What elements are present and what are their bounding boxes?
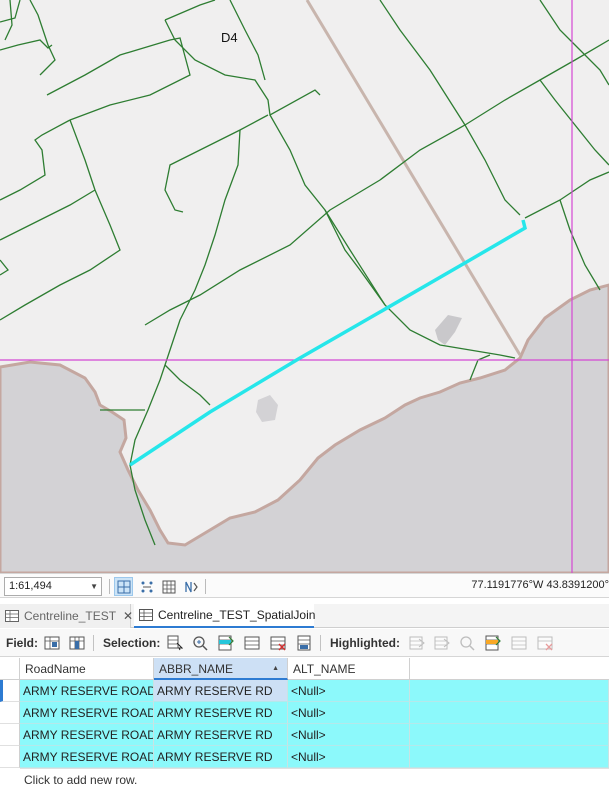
- row-fill: [410, 680, 609, 702]
- map-status-bar: 1:61,494 ▼ 77.1191776°W 43.8391200°: [0, 573, 609, 598]
- table-row[interactable]: ARMY RESERVE ROAD ARMY RESERVE RD <Null>: [0, 724, 609, 746]
- cell-roadname[interactable]: ARMY RESERVE ROAD: [20, 724, 154, 746]
- table-icon[interactable]: [159, 577, 178, 596]
- grid-snap-icon[interactable]: [137, 577, 156, 596]
- row-indicator[interactable]: [0, 746, 20, 768]
- highlight-pan-icon[interactable]: [433, 634, 451, 652]
- column-header-label: ABBR_NAME: [159, 662, 234, 676]
- cell-alt-name[interactable]: <Null>: [288, 724, 410, 746]
- switch-selection-icon[interactable]: [217, 634, 235, 652]
- cell-roadname[interactable]: ARMY RESERVE ROAD: [20, 702, 154, 724]
- row-fill: [410, 746, 609, 768]
- tab-label: Centreline_TEST_SpatialJoin: [158, 608, 316, 622]
- highlight-zoom-icon[interactable]: [408, 634, 426, 652]
- cell-abbr-name[interactable]: ARMY RESERVE RD: [154, 680, 288, 702]
- column-header-roadname[interactable]: RoadName: [20, 658, 154, 680]
- tab-label: Centreline_TEST: [24, 609, 117, 623]
- divider: [109, 579, 110, 594]
- row-indicator-header[interactable]: [0, 658, 20, 680]
- cell-abbr-name[interactable]: ARMY RESERVE RD: [154, 702, 288, 724]
- column-header-alt-name[interactable]: ALT_NAME: [288, 658, 410, 680]
- table-toolbar: Field: Selection: Highlighted:: [0, 629, 609, 657]
- row-indicator[interactable]: [0, 724, 20, 746]
- island: [256, 395, 278, 422]
- highlighted-label: Highlighted:: [330, 636, 400, 650]
- table-header: RoadName ABBR_NAME ▲ ALT_NAME: [0, 658, 609, 680]
- table-tab-strip: Centreline_TEST ✕ Centreline_TEST_Spatia…: [0, 604, 609, 628]
- selection-label: Selection:: [103, 636, 161, 650]
- snap-icon[interactable]: [114, 577, 133, 596]
- select-all-icon[interactable]: [243, 634, 261, 652]
- remove-highlight-icon[interactable]: [536, 634, 554, 652]
- unhighlight-icon[interactable]: [510, 634, 528, 652]
- table-row[interactable]: ARMY RESERVE ROAD ARMY RESERVE RD <Null>: [0, 702, 609, 724]
- row-indicator[interactable]: [0, 680, 20, 702]
- tab-centreline-test[interactable]: Centreline_TEST ✕: [0, 604, 133, 628]
- switch-highlight-icon[interactable]: [484, 634, 502, 652]
- map-grid-label: D4: [221, 30, 238, 45]
- clear-selection-icon[interactable]: [269, 634, 287, 652]
- table-row[interactable]: ARMY RESERVE ROAD ARMY RESERVE RD <Null>: [0, 746, 609, 768]
- close-icon[interactable]: ✕: [123, 609, 133, 623]
- row-fill: [410, 702, 609, 724]
- cell-alt-name[interactable]: <Null>: [288, 702, 410, 724]
- add-field-icon[interactable]: [43, 634, 61, 652]
- divider: [205, 579, 206, 594]
- add-new-row[interactable]: Click to add new row.: [20, 768, 609, 790]
- calculate-field-icon[interactable]: [68, 634, 86, 652]
- map-canvas[interactable]: [0, 0, 609, 573]
- lake-water: [0, 283, 609, 573]
- cell-roadname[interactable]: ARMY RESERVE ROAD: [20, 680, 154, 702]
- nav-toggle-icon[interactable]: [181, 577, 200, 596]
- row-fill: [410, 724, 609, 746]
- inland-pond: [435, 315, 462, 345]
- cursor-coordinates: 77.1191776°W 43.8391200°: [471, 579, 609, 591]
- zoom-to-selection-icon[interactable]: [191, 634, 209, 652]
- row-indicator[interactable]: [0, 702, 20, 724]
- table-row[interactable]: ARMY RESERVE ROAD ARMY RESERVE RD <Null>: [0, 680, 609, 702]
- cell-alt-name[interactable]: <Null>: [288, 746, 410, 768]
- highlight-search-icon[interactable]: [458, 634, 476, 652]
- divider: [320, 635, 321, 651]
- cell-roadname[interactable]: ARMY RESERVE ROAD: [20, 746, 154, 768]
- rail-line: [305, 0, 522, 356]
- cell-abbr-name[interactable]: ARMY RESERVE RD: [154, 724, 288, 746]
- column-header-abbr-name[interactable]: ABBR_NAME ▲: [154, 658, 288, 680]
- tab-centreline-test-spatialjoin[interactable]: Centreline_TEST_SpatialJoin: [134, 604, 316, 628]
- table-icon: [5, 610, 19, 622]
- select-by-attributes-icon[interactable]: [166, 634, 184, 652]
- chevron-down-icon: ▼: [90, 582, 98, 591]
- attribute-table[interactable]: RoadName ABBR_NAME ▲ ALT_NAME ARMY RESER…: [0, 658, 609, 796]
- sort-ascending-icon: ▲: [272, 665, 279, 672]
- delete-selected-icon[interactable]: [295, 634, 313, 652]
- table-icon: [139, 609, 153, 621]
- cell-abbr-name[interactable]: ARMY RESERVE RD: [154, 746, 288, 768]
- scale-dropdown[interactable]: 1:61,494 ▼: [4, 577, 102, 596]
- field-label: Field:: [6, 636, 38, 650]
- cell-alt-name[interactable]: <Null>: [288, 680, 410, 702]
- divider: [93, 635, 94, 651]
- map-view[interactable]: D4: [0, 0, 609, 573]
- scale-value: 1:61,494: [9, 580, 52, 592]
